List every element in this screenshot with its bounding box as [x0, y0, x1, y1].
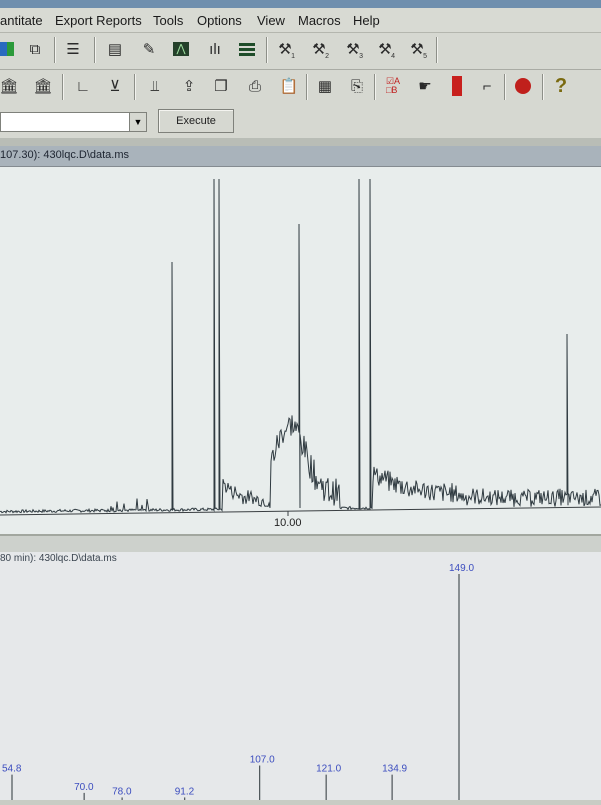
- bar-chart-icon[interactable]: ılı: [202, 37, 228, 61]
- edit-icon[interactable]: ✎: [136, 37, 162, 61]
- grid-icon[interactable]: [0, 37, 20, 61]
- chart-icon[interactable]: ⋀: [168, 37, 194, 61]
- divider: [0, 138, 601, 146]
- x-tick-label: 10.00: [274, 517, 302, 529]
- toolbar-separator: [504, 74, 506, 100]
- tower-icon[interactable]: [444, 74, 470, 98]
- toolbar-separator: [62, 74, 64, 100]
- layout-icon[interactable]: ⧉: [22, 37, 48, 61]
- spectrum-peak-label: 91.2: [175, 786, 195, 797]
- spectrum-peak-label: 54.8: [2, 764, 22, 775]
- upload-icon[interactable]: ⇪: [176, 74, 202, 98]
- macro-3-icon[interactable]: ⚒ 3: [340, 37, 366, 61]
- spectrum-title-bar: [0, 534, 601, 552]
- toolbar-separator: [436, 37, 438, 63]
- tool-icon[interactable]: ⌐: [474, 74, 500, 98]
- macro-4-icon[interactable]: ⚒ 4: [372, 37, 398, 61]
- chromatogram-plot[interactable]: 10.00: [0, 167, 601, 534]
- chevron-down-icon[interactable]: ▼: [129, 113, 146, 131]
- calibrate-icon[interactable]: ⫫: [142, 74, 168, 98]
- spectrum-peak-label: 70.0: [74, 782, 94, 793]
- toolbar-separator: [306, 74, 308, 100]
- spectrum-icon[interactable]: [234, 37, 260, 61]
- menu-macros[interactable]: Macros: [298, 13, 341, 28]
- stop-icon[interactable]: [510, 74, 536, 98]
- toolbar-separator: [134, 74, 136, 100]
- menu-export-reports[interactable]: Export Reports: [55, 13, 142, 28]
- menu-help[interactable]: Help: [353, 13, 380, 28]
- chromatogram-baseline-axis: [0, 506, 601, 516]
- report-icon[interactable]: ▤: [102, 37, 128, 61]
- chromatogram-title: 107.30): 430lqc.D\data.ms: [0, 149, 130, 161]
- macro-2-icon[interactable]: ⚒ 2: [306, 37, 332, 61]
- help-icon[interactable]: ?: [548, 74, 574, 98]
- spectrum-svg: 54.8 70.0 78.0 91.2 107.0 121.0 134.9 149.0: [2, 563, 474, 802]
- command-combo[interactable]: ▼: [0, 112, 147, 132]
- list-icon[interactable]: ☰: [60, 37, 86, 61]
- toolbar-secondary: 🏛 🏛 ∟ ⊻ ⫫ ⇪ ❐ ⎙ 📋 ▦ ⎘ ☑A □B ☛ ⌐ ?: [0, 70, 601, 107]
- macro-1-icon[interactable]: ⚒ 1: [272, 37, 298, 61]
- window-title-strip: [0, 0, 601, 8]
- toolbar-separator: [94, 37, 96, 63]
- spectrum-peak-label: 134.9: [382, 764, 407, 775]
- print-icon[interactable]: ⎙: [242, 74, 268, 98]
- spectrum-peak-label: 149.0: [449, 563, 474, 574]
- menu-options[interactable]: Options: [197, 13, 242, 28]
- macro-5-icon[interactable]: ⚒ 5: [404, 37, 430, 61]
- chromatogram-title-bar: 107.30): 430lqc.D\data.ms: [0, 146, 601, 167]
- spectrum-peak-label: 78.0: [112, 786, 132, 797]
- chromatogram-svg: 10.00: [0, 178, 601, 529]
- copy-icon[interactable]: ❐: [208, 74, 234, 98]
- menu-bar: antitate Export Reports Tools Options Vi…: [0, 8, 601, 33]
- spectrum-peak-label: 121.0: [316, 764, 341, 775]
- menu-quantitate[interactable]: antitate: [0, 13, 43, 28]
- toolbar-separator: [374, 74, 376, 100]
- toolbar-separator: [54, 37, 56, 63]
- spectrum-plot[interactable]: 54.8 70.0 78.0 91.2 107.0 121.0 134.9 149.0: [0, 550, 601, 802]
- menu-view[interactable]: View: [257, 13, 285, 28]
- library-icon[interactable]: 🏛: [0, 74, 22, 98]
- toolbar-separator: [266, 37, 268, 63]
- spectrum-title: 80 min): 430lqc.D\data.ms: [0, 553, 117, 564]
- hand-icon[interactable]: ☛: [412, 74, 438, 98]
- menu-tools[interactable]: Tools: [153, 13, 183, 28]
- clipboard-icon[interactable]: 📋: [276, 74, 302, 98]
- tic-trace: [0, 178, 601, 514]
- spectrum-peak-label: 107.0: [250, 755, 275, 766]
- report-doc-icon[interactable]: ▦: [312, 74, 338, 98]
- toolbar-primary: ⧉ ☰ ▤ ✎ ⋀ ılı ⚒ 1 ⚒ 2 ⚒ 3 ⚒ 4 ⚒ 5: [0, 33, 601, 70]
- export-icon[interactable]: ⎘: [344, 74, 370, 98]
- toolbar-separator: [542, 74, 544, 100]
- execute-button[interactable]: Execute: [158, 109, 234, 133]
- library-search-icon[interactable]: 🏛: [30, 74, 56, 98]
- command-row: ▼ Execute: [0, 106, 601, 138]
- compare-ab-icon[interactable]: ☑A □B: [380, 74, 406, 98]
- baseline-icon[interactable]: ∟: [70, 74, 96, 98]
- integrate-icon[interactable]: ⊻: [102, 74, 128, 98]
